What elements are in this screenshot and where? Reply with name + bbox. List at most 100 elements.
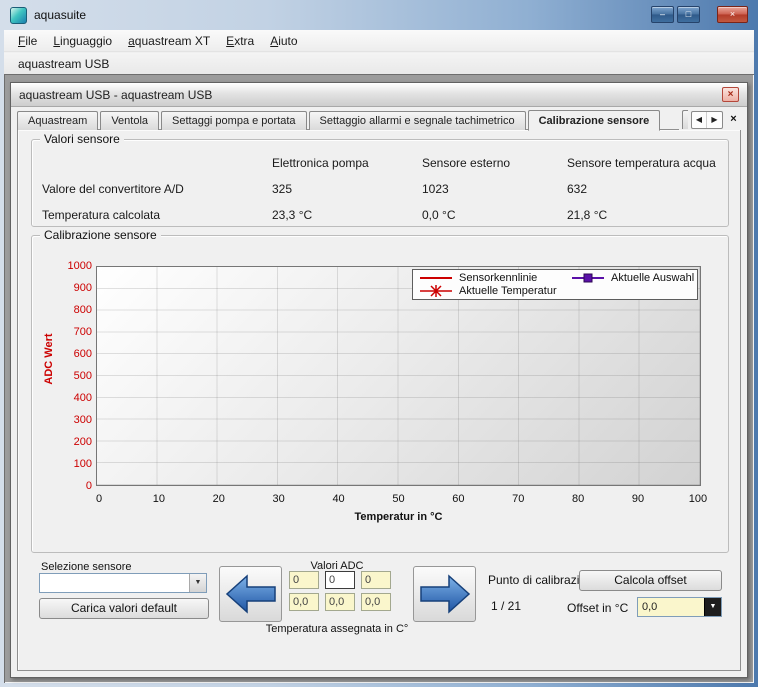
column-header-sensore-temperatura-acqua: Sensore temperatura acqua — [567, 156, 722, 170]
y-tick: 700 — [74, 327, 92, 337]
maximize-button[interactable]: □ — [677, 6, 700, 23]
offset-value: 0,0 — [638, 601, 704, 613]
minimize-button[interactable]: – — [651, 6, 674, 23]
adc-value-acqua: 632 — [567, 182, 722, 196]
chevron-down-icon[interactable]: ▼ — [704, 598, 721, 616]
temp-assigned-field-3[interactable]: 0,0 — [361, 593, 391, 611]
x-tick: 60 — [447, 493, 469, 505]
adc-value-field-2[interactable]: 0 — [325, 571, 355, 589]
tab-aquastream[interactable]: Aquastream — [17, 111, 98, 130]
close-button[interactable]: × — [717, 6, 748, 23]
temp-assigned-field-2[interactable]: 0,0 — [325, 593, 355, 611]
arrow-right-icon — [419, 574, 471, 614]
titlebar[interactable]: aquasuite – □ × — [0, 0, 758, 30]
x-tick: 80 — [567, 493, 589, 505]
y-tick: 400 — [74, 393, 92, 403]
adc-value-field-3[interactable]: 0 — [361, 571, 391, 589]
mdi-menu-aquastream-usb[interactable]: aquastream USB — [10, 54, 117, 74]
legend-label: Aktuelle Auswahl — [611, 272, 694, 284]
calibration-point-counter: 1 / 21 — [491, 599, 521, 613]
adc-values-grid: 0 0 0 0,0 0,0 0,0 — [289, 571, 391, 611]
y-tick: 1000 — [68, 261, 92, 271]
table-corner-cell — [42, 156, 272, 170]
temp-assigned-field-1[interactable]: 0,0 — [289, 593, 319, 611]
legend-label: Sensorkennlinie — [459, 272, 537, 284]
legend-entry-aktuelle-temperatur: Aktuelle Temperatur — [418, 285, 570, 297]
y-tick: 800 — [74, 305, 92, 315]
previous-calibration-point-button[interactable] — [219, 566, 282, 622]
temp-value-pompa: 23,3 °C — [272, 208, 422, 222]
mdi-area: aquastream USB - aquastream USB × Aquast… — [4, 74, 754, 683]
legend-entry-sensorkennlinie: Sensorkennlinie — [418, 272, 570, 284]
y-tick: 200 — [74, 437, 92, 447]
tab-settaggio-allarmi[interactable]: Settaggio allarmi e segnale tachimetrico — [309, 111, 526, 130]
menu-aquastream-xt[interactable]: aquastream XT — [120, 31, 218, 51]
column-header-sensore-esterno: Sensore esterno — [422, 156, 567, 170]
row-label-temperatura-calcolata: Temperatura calcolata — [42, 208, 272, 222]
y-tick: 600 — [74, 349, 92, 359]
tab-scroll-right-icon[interactable]: ▶ — [707, 112, 722, 128]
temp-value-esterno: 0,0 °C — [422, 208, 567, 222]
tab-calibrazione-sensore[interactable]: Calibrazione sensore — [528, 110, 661, 131]
menu-linguaggio[interactable]: Linguaggio — [45, 31, 120, 51]
square-marker-icon — [570, 272, 606, 284]
tab-close-icon[interactable]: × — [726, 111, 741, 129]
child-titlebar[interactable]: aquastream USB - aquastream USB × — [11, 83, 747, 107]
carica-valori-default-button[interactable]: Carica valori default — [39, 598, 209, 619]
chart-plot-area: Sensorkennlinie Aktuelle Auswahl — [96, 266, 701, 486]
y-tick: 0 — [86, 481, 92, 491]
x-tick: 50 — [387, 493, 409, 505]
x-tick: 100 — [687, 493, 709, 505]
valori-sensore-group-title: Valori sensore — [40, 132, 124, 146]
temperatura-assegnata-label: Temperatura assegnata in C° — [237, 623, 437, 635]
x-tick: 70 — [507, 493, 529, 505]
tab-panel: Valori sensore Elettronica pompa Sensore… — [17, 129, 741, 671]
legend-entry-aktuelle-auswahl: Aktuelle Auswahl — [570, 272, 694, 284]
tab-ventola[interactable]: Ventola — [100, 111, 159, 130]
arrow-left-icon — [225, 574, 277, 614]
aquasuite-logo-icon — [10, 7, 27, 24]
window-title: aquasuite — [34, 0, 86, 30]
window-client-area: File Linguaggio aquastream XT Extra Aiut… — [4, 30, 754, 683]
menu-extra[interactable]: Extra — [218, 31, 262, 51]
x-tick: 0 — [88, 493, 110, 505]
child-window: aquastream USB - aquastream USB × Aquast… — [10, 82, 748, 678]
offset-combobox[interactable]: 0,0 ▼ — [637, 597, 722, 617]
valori-sensore-group: Valori sensore Elettronica pompa Sensore… — [31, 139, 729, 227]
adc-value-esterno: 1023 — [422, 182, 567, 196]
tab-scroll-left-icon[interactable]: ◀ — [692, 112, 707, 128]
tab-settaggi-pompa[interactable]: Settaggi pompa e portata — [161, 111, 307, 130]
adc-value-field-1[interactable]: 0 — [289, 571, 319, 589]
x-tick: 10 — [148, 493, 170, 505]
y-tick: 900 — [74, 283, 92, 293]
row-label-valore-convertitore: Valore del convertitore A/D — [42, 182, 272, 196]
next-calibration-point-button[interactable] — [413, 566, 476, 622]
chart-legend: Sensorkennlinie Aktuelle Auswahl — [412, 269, 698, 300]
tab-nav-controls: ◀ ▶ × — [679, 109, 741, 130]
sensor-select-combobox[interactable]: ▼ — [39, 573, 207, 593]
calibrazione-group-title: Calibrazione sensore — [40, 228, 161, 242]
temp-value-acqua: 21,8 °C — [567, 208, 722, 222]
child-window-title: aquastream USB - aquastream USB — [19, 88, 212, 102]
x-tick: 90 — [627, 493, 649, 505]
line-marker-icon — [418, 272, 454, 284]
chevron-down-icon[interactable]: ▼ — [189, 574, 206, 592]
partial-tab[interactable] — [682, 110, 688, 129]
selezione-sensore-label: Selezione sensore — [41, 561, 132, 573]
y-tick: 100 — [74, 459, 92, 469]
calcola-offset-button[interactable]: Calcola offset — [579, 570, 722, 591]
legend-label: Aktuelle Temperatur — [459, 285, 557, 297]
offset-label: Offset in °C — [567, 601, 628, 615]
adc-value-pompa: 325 — [272, 182, 422, 196]
chart-x-ticks: 0 10 20 30 40 50 60 70 80 90 100 — [88, 493, 709, 505]
mdi-menubar: aquastream USB — [4, 53, 754, 74]
menu-file[interactable]: File — [10, 31, 45, 51]
menu-aiuto[interactable]: Aiuto — [262, 31, 305, 51]
x-tick: 20 — [208, 493, 230, 505]
x-tick: 30 — [268, 493, 290, 505]
menubar: File Linguaggio aquastream XT Extra Aiut… — [4, 30, 754, 52]
child-close-button[interactable]: × — [722, 87, 739, 102]
chart-y-ticks: 1000 900 800 700 600 500 400 300 200 100… — [48, 261, 92, 491]
sensor-table: Elettronica pompa Sensore esterno Sensor… — [42, 156, 722, 222]
tab-scroll-box: ◀ ▶ — [691, 111, 723, 129]
